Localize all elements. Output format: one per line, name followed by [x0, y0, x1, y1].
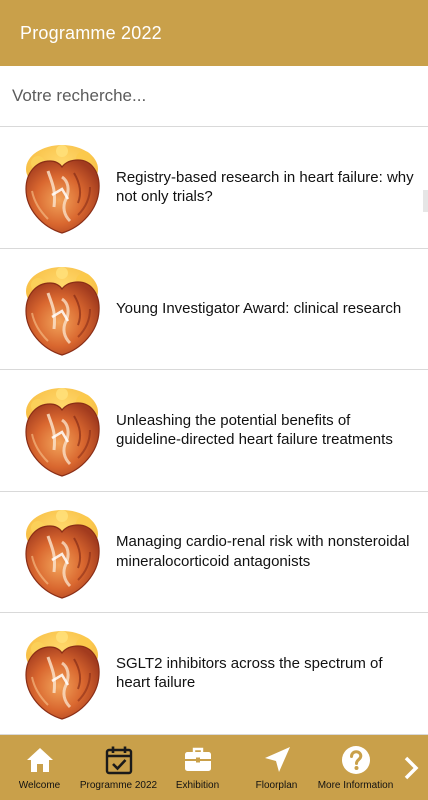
search-bar: [0, 66, 428, 127]
nav-next-button[interactable]: [395, 735, 427, 800]
heart-image: [12, 623, 112, 723]
page-title: Programme 2022: [20, 22, 162, 43]
scrollbar-thumb[interactable]: [423, 190, 428, 212]
heart-image: [12, 380, 112, 480]
briefcase-icon: [184, 747, 211, 771]
app-header: Programme 2022: [0, 0, 428, 66]
calendar-check-icon: [105, 746, 132, 775]
session-title: SGLT2 inhibitors across the spectrum of …: [116, 654, 383, 692]
session-list: Registry-based research in heart failure…: [0, 127, 428, 735]
heart-image: [12, 259, 112, 359]
nav-label: Floorplan: [255, 780, 298, 791]
list-item[interactable]: Managing cardio-renal risk with nonstero…: [0, 491, 428, 613]
list-item[interactable]: Registry-based research in heart failure…: [0, 127, 428, 249]
session-title: Unleashing the potential benefits of gui…: [116, 411, 393, 449]
navigation-arrow-icon: [264, 747, 290, 772]
session-title: Registry-based research in heart failure…: [116, 168, 414, 206]
list-item[interactable]: Unleashing the potential benefits of gui…: [0, 370, 428, 492]
nav-item-programme[interactable]: Programme 2022: [79, 735, 158, 800]
nav-label: Programme 2022: [79, 780, 158, 791]
home-icon: [26, 748, 53, 772]
list-item[interactable]: SGLT2 inhibitors across the spectrum of …: [0, 613, 428, 735]
bottom-navigation: Welcome Programme 2022 Exhibition Floorp…: [0, 735, 428, 800]
nav-label: More Information: [317, 780, 394, 791]
help-icon: [341, 746, 370, 774]
heart-image: [12, 502, 112, 602]
list-item[interactable]: Young Investigator Award: clinical resea…: [0, 248, 428, 370]
nav-item-more-information[interactable]: More Information: [316, 735, 395, 800]
session-title: Managing cardio-renal risk with nonstero…: [116, 533, 410, 570]
nav-label: Exhibition: [175, 780, 220, 791]
nav-item-floorplan[interactable]: Floorplan: [237, 735, 316, 800]
nav-item-welcome[interactable]: Welcome: [0, 735, 79, 800]
nav-label: Welcome: [18, 780, 61, 791]
nav-item-exhibition[interactable]: Exhibition: [158, 735, 237, 800]
heart-image: [12, 137, 112, 237]
session-title: Young Investigator Award: clinical resea…: [116, 300, 402, 317]
chevron-right-icon: [404, 756, 419, 779]
search-input[interactable]: [0, 66, 428, 126]
